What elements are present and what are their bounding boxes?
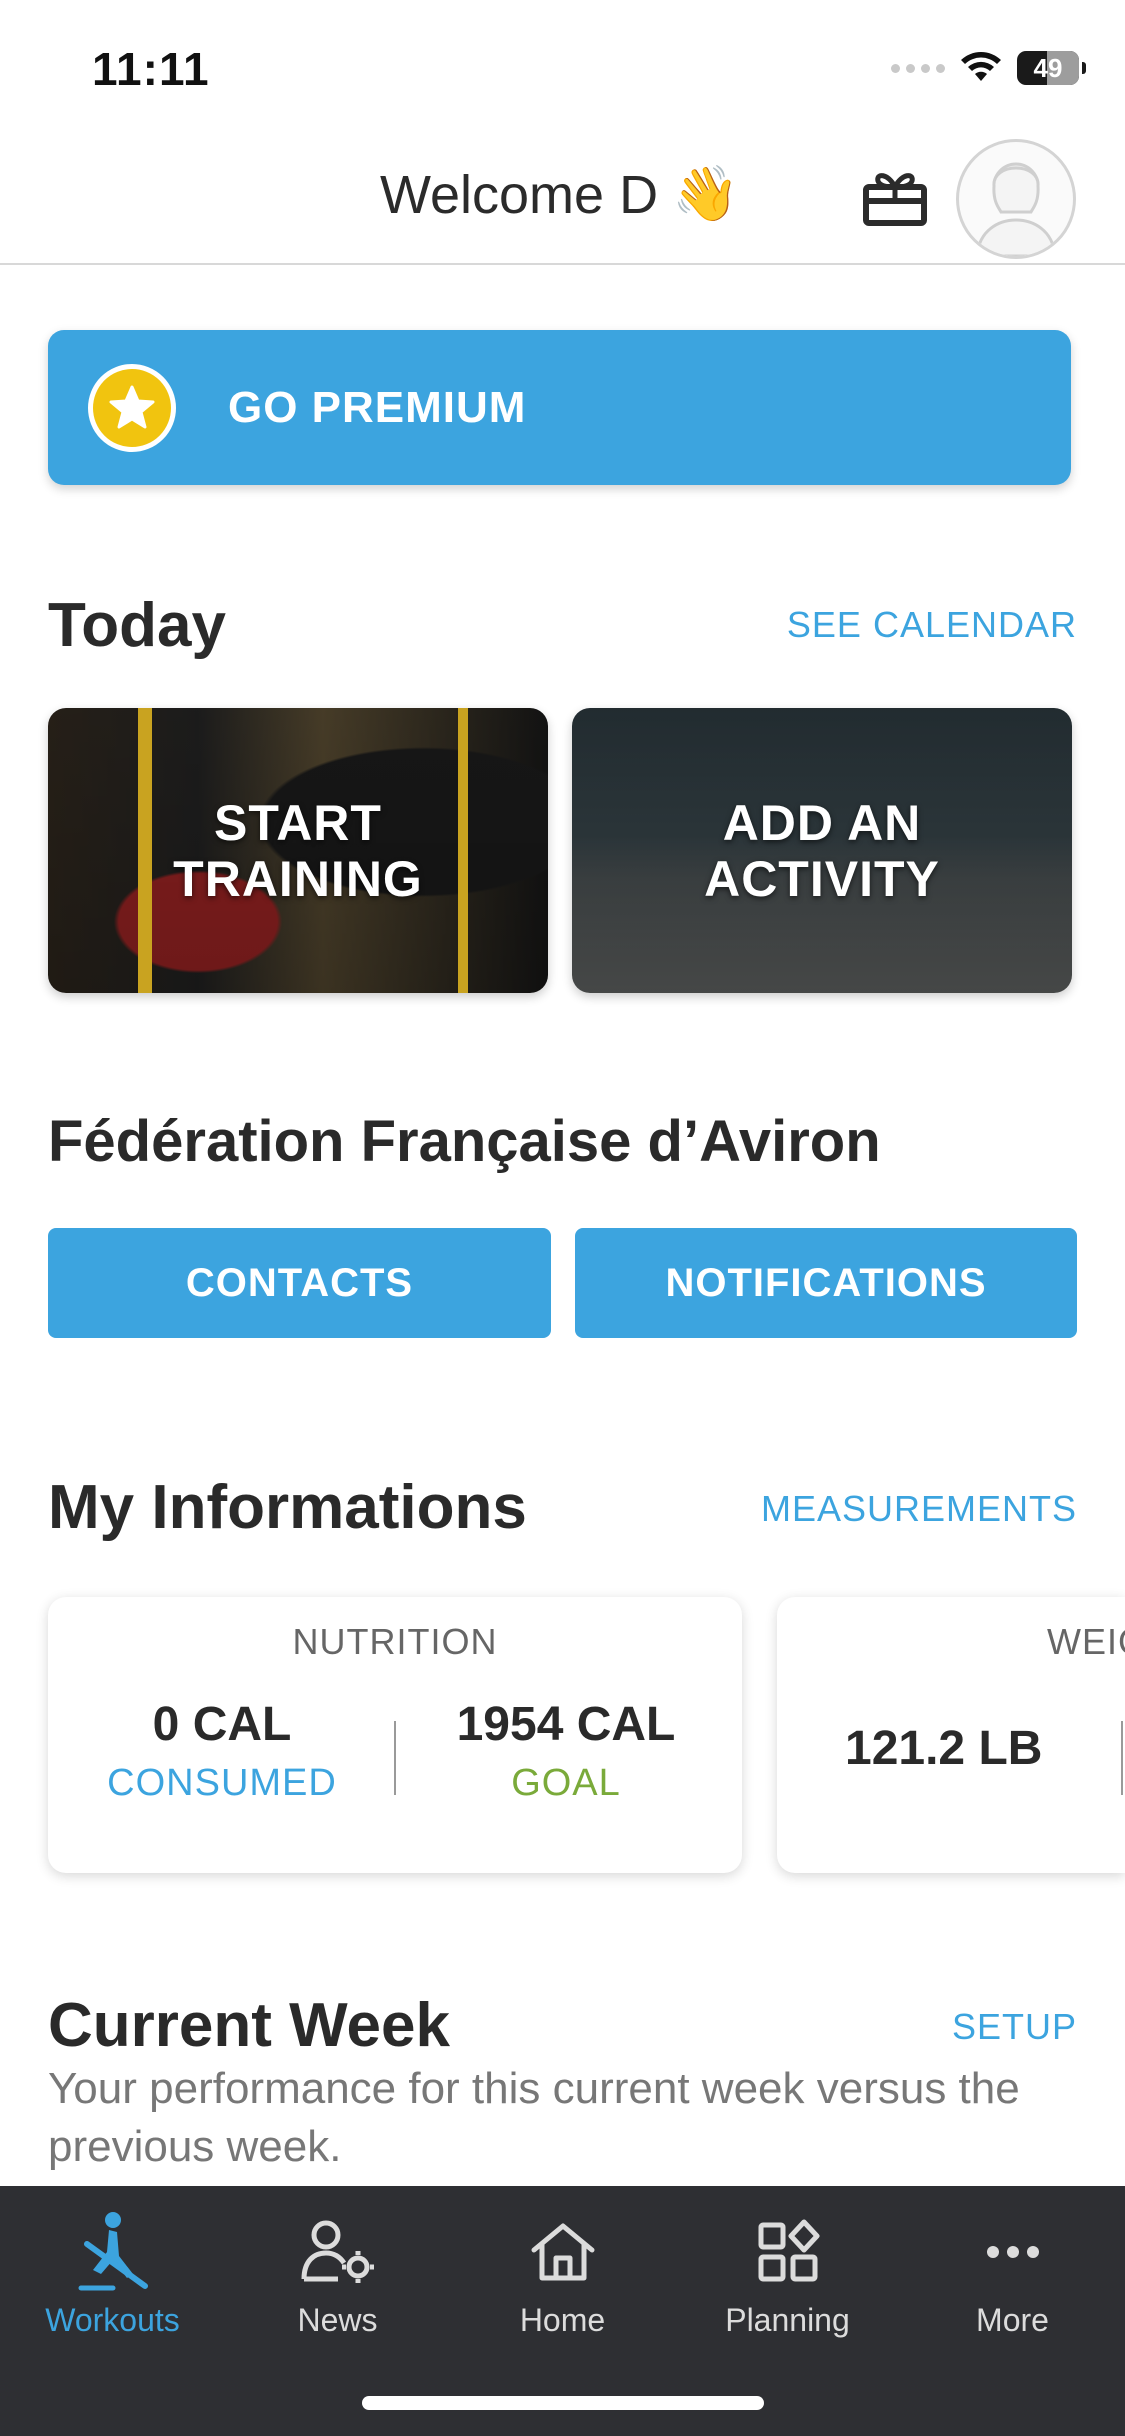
consumed-label: CONSUMED bbox=[107, 1762, 337, 1804]
go-premium-button[interactable]: GO PREMIUM bbox=[48, 330, 1071, 485]
start-training-label: START TRAINING bbox=[173, 794, 423, 907]
consumed-value: 0 CAL bbox=[152, 1698, 292, 1751]
app-header: Welcome D 👋 bbox=[0, 135, 1125, 265]
tab-planning[interactable]: Planning bbox=[675, 2206, 900, 2356]
weight-title: WEIG bbox=[1047, 1621, 1125, 1662]
tab-workouts-label: Workouts bbox=[45, 2302, 180, 2338]
tab-workouts[interactable]: Workouts bbox=[0, 2206, 225, 2356]
rowing-person-icon bbox=[73, 2206, 153, 2298]
grid-shapes-icon bbox=[755, 2206, 821, 2298]
current-week-description: Your performance for this current week v… bbox=[48, 2064, 1020, 2171]
tab-home-label: Home bbox=[519, 2302, 606, 2338]
goal-value: 1954 CAL bbox=[456, 1698, 676, 1751]
battery-level: 49 bbox=[1033, 52, 1063, 83]
gift-button[interactable] bbox=[862, 165, 928, 231]
goal-label: GOAL bbox=[511, 1762, 621, 1804]
tab-news[interactable]: News bbox=[225, 2206, 450, 2356]
battery-icon: 49 bbox=[1017, 51, 1086, 85]
see-calendar-link[interactable]: SEE CALENDAR bbox=[787, 604, 1077, 646]
status-indicators: 49 bbox=[891, 48, 1086, 88]
cellular-signal-icon bbox=[891, 63, 945, 73]
nutrition-title: NUTRITION bbox=[292, 1621, 498, 1662]
contacts-button[interactable]: CONTACTS bbox=[48, 1228, 551, 1338]
nutrition-card[interactable]: NUTRITION 0 CAL CONSUMED 1954 CAL GOAL bbox=[48, 1597, 742, 1873]
tab-news-label: News bbox=[297, 2302, 378, 2338]
measurements-link[interactable]: MEASUREMENTS bbox=[761, 1488, 1077, 1530]
avatar[interactable] bbox=[956, 139, 1076, 259]
home-indicator[interactable] bbox=[362, 2396, 764, 2410]
weight-value: 121.2 LB bbox=[845, 1722, 1043, 1775]
waving-hand-icon: 👋 bbox=[672, 164, 740, 224]
federation-title: Fédération Française d’Aviron bbox=[48, 1109, 881, 1174]
weight-divider bbox=[1121, 1721, 1123, 1795]
welcome-title: Welcome D 👋 bbox=[380, 163, 739, 226]
tab-home[interactable]: Home bbox=[450, 2206, 675, 2356]
weight-card[interactable]: WEIG 121.2 LB bbox=[777, 1597, 1125, 1873]
star-icon bbox=[88, 363, 176, 452]
status-time: 11:11 bbox=[92, 43, 210, 95]
my-informations-title: My Informations bbox=[48, 1473, 527, 1542]
tab-more-label: More bbox=[976, 2302, 1049, 2338]
tab-planning-label: Planning bbox=[725, 2302, 850, 2338]
add-activity-card[interactable]: ADD AN ACTIVITY bbox=[572, 708, 1072, 993]
go-premium-label: GO PREMIUM bbox=[228, 382, 527, 432]
add-activity-label: ADD AN ACTIVITY bbox=[704, 794, 940, 907]
consumed-column: 0 CAL CONSUMED bbox=[72, 1697, 372, 1805]
current-week-title: Current Week bbox=[48, 1991, 450, 2060]
notifications-button[interactable]: NOTIFICATIONS bbox=[575, 1228, 1077, 1338]
welcome-text: Welcome D bbox=[380, 164, 659, 225]
more-dots-icon bbox=[983, 2206, 1043, 2298]
person-gear-icon bbox=[298, 2206, 378, 2298]
goal-column: 1954 CAL GOAL bbox=[416, 1697, 716, 1805]
tab-more[interactable]: More bbox=[900, 2206, 1125, 2356]
setup-link[interactable]: SETUP bbox=[952, 2006, 1077, 2048]
status-bar: 11:11 49 bbox=[0, 0, 1125, 135]
gift-icon bbox=[863, 173, 927, 226]
wifi-icon bbox=[961, 52, 1001, 81]
user-avatar-icon bbox=[975, 162, 1057, 256]
nutrition-divider bbox=[394, 1721, 396, 1795]
today-title: Today bbox=[48, 591, 226, 660]
home-icon bbox=[528, 2206, 598, 2298]
start-training-card[interactable]: START TRAINING bbox=[48, 708, 548, 993]
